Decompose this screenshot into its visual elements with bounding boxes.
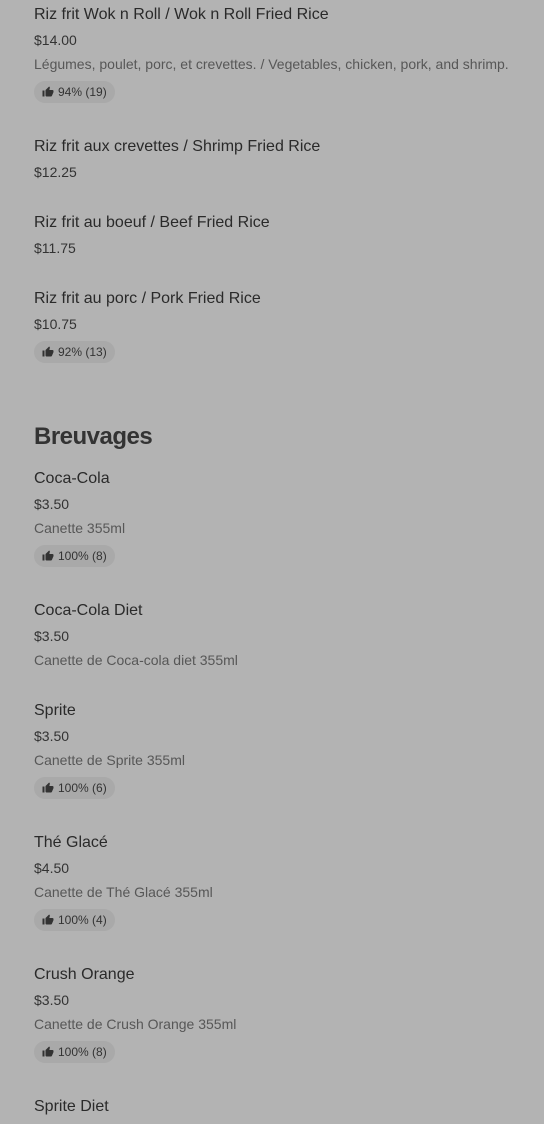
menu-item-name: Riz frit aux crevettes / Shrimp Fried Ri… [34,138,321,155]
menu-item-beef-fried-rice[interactable]: Riz frit au boeuf / Beef Fried Rice $11.… [34,213,534,257]
menu-item-price: $3.50 [34,496,70,512]
menu-item-description: Canette de Thé Glacé 355ml [34,884,213,900]
rating-badge: 94% (19) [34,81,115,103]
rating-badge: 100% (4) [34,909,115,931]
menu-item-coca-cola[interactable]: Coca-Cola $3.50 Canette 355ml 100% (8) [34,469,534,567]
rating-text: 100% (6) [58,781,107,795]
menu-item-description: Légumes, poulet, porc, et crevettes. / V… [34,56,509,72]
rating-badge: 100% (8) [34,545,115,567]
menu-item-price: $4.50 [34,860,70,876]
menu-item-name: Coca-Cola [34,470,110,487]
menu-item-crush-orange[interactable]: Crush Orange $3.50 Canette de Crush Oran… [34,965,534,1063]
menu-item-name: Sprite [34,702,76,719]
menu-item-name: Riz frit au boeuf / Beef Fried Rice [34,214,270,231]
menu-item-sprite-diet[interactable]: Sprite Diet [34,1097,534,1117]
rating-text: 100% (8) [58,1045,107,1059]
menu-item-price: $3.50 [34,728,70,744]
thumbs-up-icon [42,1046,54,1057]
menu-item-name: Crush Orange [34,966,135,983]
rating-badge: 100% (6) [34,777,115,799]
thumbs-up-icon [42,550,54,561]
menu-item-name: Sprite Diet [34,1098,109,1115]
menu-item-name: Riz frit au porc / Pork Fried Rice [34,290,261,307]
menu-item-wok-n-roll-fried-rice[interactable]: Riz frit Wok n Roll / Wok n Roll Fried R… [34,5,534,103]
rating-badge: 92% (13) [34,341,115,363]
menu-item-description: Canette de Sprite 355ml [34,752,185,768]
menu-item-price: $3.50 [34,628,70,644]
rating-text: 92% (13) [58,345,107,359]
section-title-breuvages: Breuvages [34,423,153,450]
menu-item-description: Canette de Coca-cola diet 355ml [34,652,238,668]
menu-item-name: Thé Glacé [34,834,108,851]
menu-item-the-glace[interactable]: Thé Glacé $4.50 Canette de Thé Glacé 355… [34,833,534,931]
menu-item-sprite[interactable]: Sprite $3.50 Canette de Sprite 355ml 100… [34,701,534,799]
rating-text: 100% (8) [58,549,107,563]
thumbs-up-icon [42,346,54,357]
rating-badge: 100% (8) [34,1041,115,1063]
menu-item-coca-cola-diet[interactable]: Coca-Cola Diet $3.50 Canette de Coca-col… [34,601,534,669]
rating-text: 100% (4) [58,913,107,927]
menu-item-description: Canette de Crush Orange 355ml [34,1016,237,1032]
menu-item-price: $3.50 [34,992,70,1008]
menu-item-shrimp-fried-rice[interactable]: Riz frit aux crevettes / Shrimp Fried Ri… [34,137,534,181]
menu-item-price: $10.75 [34,316,77,332]
rating-text: 94% (19) [58,85,107,99]
menu-item-name: Riz frit Wok n Roll / Wok n Roll Fried R… [34,6,329,23]
menu-item-price: $14.00 [34,32,77,48]
menu-item-description: Canette 355ml [34,520,126,536]
menu-item-price: $11.75 [34,240,76,256]
menu-item-name: Coca-Cola Diet [34,602,143,619]
menu-item-pork-fried-rice[interactable]: Riz frit au porc / Pork Fried Rice $10.7… [34,289,534,363]
thumbs-up-icon [42,782,54,793]
thumbs-up-icon [42,86,54,97]
menu-item-price: $12.25 [34,164,77,180]
thumbs-up-icon [42,914,54,925]
